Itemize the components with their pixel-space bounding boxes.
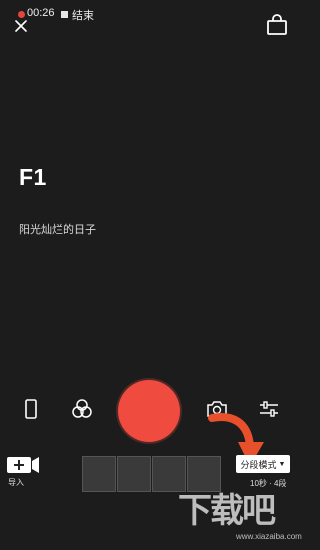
watermark-logo: 下载吧 [178, 492, 276, 530]
recording-time: 00:26 [27, 7, 55, 19]
record-button[interactable] [118, 380, 180, 442]
phone-frame-icon[interactable] [24, 399, 38, 419]
status-bar: 00:26 结束 [0, 0, 300, 26]
stop-square-icon[interactable] [61, 11, 68, 18]
import-label: 导入 [8, 478, 24, 487]
segment-slot [82, 456, 116, 492]
chevron-down-icon: ▼ [278, 460, 286, 468]
end-recording-label[interactable]: 结束 [72, 7, 94, 23]
import-button[interactable] [6, 456, 40, 474]
filter-name: F1 [19, 164, 47, 190]
recording-dot-icon [18, 11, 25, 18]
watermark-url: www.xiazaiba.com [236, 532, 302, 541]
mode-dropdown[interactable]: 分段模式 ▼ [236, 455, 290, 473]
close-icon[interactable] [15, 20, 27, 32]
filters-icon[interactable] [71, 398, 93, 420]
segment-slot [117, 456, 151, 492]
shopping-bag-icon[interactable] [265, 13, 289, 37]
mode-label: 分段模式 [240, 459, 277, 470]
filter-description: 阳光灿烂的日子 [19, 224, 96, 236]
